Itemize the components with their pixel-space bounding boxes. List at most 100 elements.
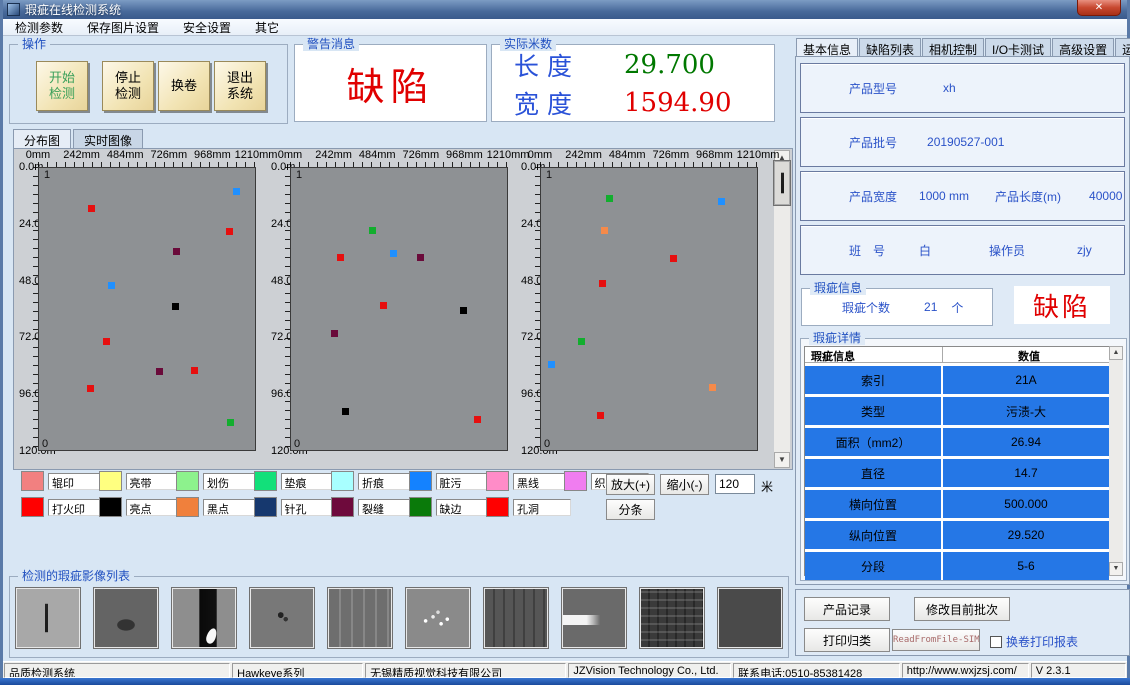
defect-marker-purple[interactable] bbox=[173, 248, 180, 255]
table-row[interactable]: 分段5-6 bbox=[805, 552, 1109, 580]
length-input[interactable] bbox=[715, 474, 755, 494]
defect-marker-blue[interactable] bbox=[233, 188, 240, 195]
legend-name-field[interactable]: 打火印 bbox=[48, 499, 106, 516]
scrollbar-thumb[interactable] bbox=[774, 161, 790, 205]
tab-right-2[interactable]: 缺陷列表 bbox=[859, 38, 921, 57]
legend-name-field[interactable]: 裂缝 bbox=[358, 499, 416, 516]
table-scroll-down-icon[interactable]: ▼ bbox=[1109, 562, 1123, 576]
legend-name-field[interactable]: 折痕 bbox=[358, 473, 416, 490]
tab-right-5[interactable]: 高级设置 bbox=[1052, 38, 1114, 57]
product-record-button[interactable]: 产品记录 bbox=[804, 597, 890, 621]
table-row[interactable]: 横向位置500.000 bbox=[805, 490, 1109, 518]
defect-marker-blue[interactable] bbox=[108, 282, 115, 289]
tab-right-3[interactable]: 相机控制 bbox=[922, 38, 984, 57]
tab-right-1[interactable]: 基本信息 bbox=[796, 38, 858, 57]
defect-marker-orange[interactable] bbox=[601, 227, 608, 234]
roll-change-print-checkbox[interactable] bbox=[990, 636, 1002, 648]
width-value: 1594.90 bbox=[624, 88, 732, 118]
defect-marker-green[interactable] bbox=[369, 227, 376, 234]
defect-image-8[interactable] bbox=[562, 588, 626, 648]
defect-image-6[interactable] bbox=[406, 588, 470, 648]
menu-item-4[interactable]: 其它 bbox=[243, 19, 291, 36]
legend-name-field[interactable]: 孔洞 bbox=[513, 499, 571, 516]
defect-marker-red[interactable] bbox=[88, 205, 95, 212]
defect-marker-red[interactable] bbox=[103, 338, 110, 345]
status-segment-3: 无锡精质视觉科技有限公司 bbox=[365, 663, 566, 678]
table-row[interactable]: 面积（mm2）26.94 bbox=[805, 428, 1109, 456]
legend-name-field[interactable]: 划伤 bbox=[203, 473, 261, 490]
row-label: 直径 bbox=[805, 459, 943, 487]
legend-name-field[interactable]: 缺边 bbox=[436, 499, 494, 516]
chart-scrollbar[interactable]: ▲ ▼ bbox=[774, 150, 790, 468]
zoom-out-button[interactable]: 缩小(-) bbox=[660, 474, 709, 495]
menu-item-2[interactable]: 保存图片设置 bbox=[75, 19, 171, 36]
defect-marker-red[interactable] bbox=[87, 385, 94, 392]
tab-distribution[interactable]: 分布图 bbox=[13, 129, 71, 148]
table-row[interactable]: 纵向位置29.520 bbox=[805, 521, 1109, 549]
defect-marker-red[interactable] bbox=[599, 280, 606, 287]
table-scroll-up-icon[interactable]: ▲ bbox=[1109, 346, 1123, 360]
defect-marker-red[interactable] bbox=[380, 302, 387, 309]
legend-swatch bbox=[21, 497, 44, 517]
defect-marker-green[interactable] bbox=[606, 195, 613, 202]
defect-marker-red[interactable] bbox=[474, 416, 481, 423]
defect-image-1[interactable] bbox=[16, 588, 80, 648]
tab-right-4[interactable]: I/O卡测试 bbox=[985, 38, 1051, 57]
table-row[interactable]: 类型污渍-大 bbox=[805, 397, 1109, 425]
defect-image-4[interactable] bbox=[250, 588, 314, 648]
read-from-file-button[interactable]: ReadFromFile-SIM bbox=[892, 629, 980, 651]
defect-image-5[interactable] bbox=[328, 588, 392, 648]
defect-image-7[interactable] bbox=[484, 588, 548, 648]
legend-name-field[interactable]: 辊印 bbox=[48, 473, 106, 490]
defect-marker-red[interactable] bbox=[191, 367, 198, 374]
legend-name-field[interactable]: 亮带 bbox=[126, 473, 184, 490]
defect-marker-red[interactable] bbox=[670, 255, 677, 262]
start-detect-button[interactable]: 开始 检测 bbox=[36, 61, 88, 111]
defect-distribution-charts: ▲ ▼ 0mm242mm484mm726mm968mm1210mm0.0m24.… bbox=[13, 148, 793, 470]
defect-marker-green[interactable] bbox=[578, 338, 585, 345]
table-row[interactable]: 直径14.7 bbox=[805, 459, 1109, 487]
tab-right-6[interactable]: 运行状态信息 bbox=[1115, 38, 1130, 57]
print-classify-button[interactable]: 打印归类 bbox=[804, 628, 890, 652]
table-scrollbar[interactable]: ▲ ▼ bbox=[1109, 346, 1123, 576]
status-segment-7: V 2.3.1 bbox=[1031, 663, 1126, 678]
defect-image-10[interactable] bbox=[718, 588, 782, 648]
defect-marker-blue[interactable] bbox=[390, 250, 397, 257]
menu-item-1[interactable]: 检测参数 bbox=[3, 19, 75, 36]
defect-image-9[interactable] bbox=[640, 588, 704, 648]
legend-name-field[interactable]: 黑点 bbox=[203, 499, 261, 516]
defect-marker-green[interactable] bbox=[227, 419, 234, 426]
stop-detect-button[interactable]: 停止 检测 bbox=[102, 61, 154, 111]
scroll-down-icon[interactable]: ▼ bbox=[774, 452, 790, 468]
defect-marker-black[interactable] bbox=[460, 307, 467, 314]
defect-marker-black[interactable] bbox=[172, 303, 179, 310]
defect-marker-blue[interactable] bbox=[718, 198, 725, 205]
defect-marker-purple[interactable] bbox=[156, 368, 163, 375]
legend-name-field[interactable]: 脏污 bbox=[436, 473, 494, 490]
legend-name-field[interactable]: 亮点 bbox=[126, 499, 184, 516]
defect-marker-purple[interactable] bbox=[417, 254, 424, 261]
defect-marker-red[interactable] bbox=[337, 254, 344, 261]
defect-image-list-groupbox: 检测的瑕疵影像列表 bbox=[9, 576, 789, 658]
defect-marker-purple[interactable] bbox=[331, 330, 338, 337]
defect-marker-blue[interactable] bbox=[548, 361, 555, 368]
defect-marker-red[interactable] bbox=[597, 412, 604, 419]
settings-tabs: 基本信息缺陷列表相机控制I/O卡测试高级设置运行状态信息 bbox=[796, 38, 1130, 57]
zoom-in-button[interactable]: 放大(+) bbox=[606, 474, 655, 495]
legend-name-field[interactable]: 黑线 bbox=[513, 473, 571, 490]
change-roll-button[interactable]: 换卷 bbox=[158, 61, 210, 111]
defect-image-3[interactable] bbox=[172, 588, 236, 648]
defect-marker-red[interactable] bbox=[226, 228, 233, 235]
legend-name-field[interactable]: 针孔 bbox=[281, 499, 339, 516]
menu-item-3[interactable]: 安全设置 bbox=[171, 19, 243, 36]
table-row[interactable]: 索引21A bbox=[805, 366, 1109, 394]
defect-marker-orange[interactable] bbox=[709, 384, 716, 391]
legend-name-field[interactable]: 垫痕 bbox=[281, 473, 339, 490]
tab-live-image[interactable]: 实时图像 bbox=[73, 129, 143, 148]
defect-image-2[interactable] bbox=[94, 588, 158, 648]
split-button[interactable]: 分条 bbox=[606, 499, 655, 520]
defect-marker-black[interactable] bbox=[342, 408, 349, 415]
close-icon[interactable]: ✕ bbox=[1077, 0, 1121, 16]
exit-system-button[interactable]: 退出 系统 bbox=[214, 61, 266, 111]
modify-batch-button[interactable]: 修改目前批次 bbox=[914, 597, 1010, 621]
